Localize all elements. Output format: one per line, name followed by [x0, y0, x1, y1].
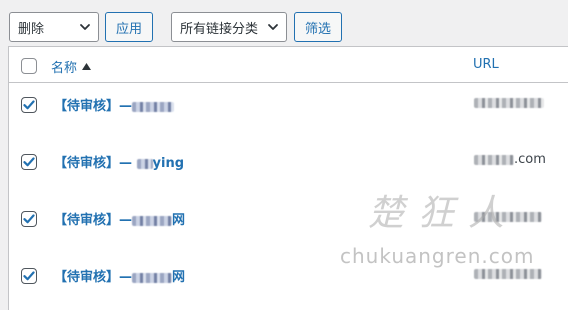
link-name[interactable]: 【待审核】— ying [54, 152, 184, 171]
link-name-prefix: 【待审核】— [54, 99, 133, 114]
link-name-visible: 网 [172, 213, 186, 228]
link-url[interactable] [474, 266, 542, 281]
redacted-text [474, 97, 544, 108]
redacted-text [132, 215, 173, 226]
table-toolbar: 删除 应用 所有链接分类 筛选 [0, 0, 568, 48]
column-header-url[interactable]: URL [473, 57, 499, 72]
link-name[interactable]: 【待审核】— 网 [54, 209, 185, 228]
redacted-text [132, 101, 175, 112]
link-name[interactable]: 【待审核】— [54, 95, 175, 114]
bulk-action-select[interactable]: 删除 [9, 12, 99, 42]
table-header: 名称 URL [9, 47, 568, 83]
watermark-url: chukuangren.com [340, 244, 535, 268]
column-name-label: 名称 [51, 61, 78, 76]
link-name-visible: ying [152, 156, 185, 171]
redacted-text [474, 268, 542, 279]
select-all-checkbox[interactable] [21, 58, 37, 74]
link-name-prefix: 【待审核】— [54, 156, 133, 171]
link-url[interactable] [474, 95, 544, 110]
link-name-visible: 网 [172, 270, 186, 285]
redacted-text [136, 158, 153, 169]
sort-ascending-icon [82, 63, 92, 70]
link-url[interactable]: .com [474, 152, 546, 167]
link-name-prefix: 【待审核】— [54, 213, 133, 228]
row-checkbox[interactable] [21, 268, 37, 284]
link-name-prefix: 【待审核】— [54, 270, 133, 285]
checkmark-icon [23, 157, 35, 167]
checkmark-icon [23, 100, 35, 110]
table-row: 【待审核】— 网 [9, 268, 568, 310]
filter-button[interactable]: 筛选 [294, 12, 342, 42]
row-checkbox[interactable] [21, 211, 37, 227]
watermark-logo: 楚狂人 [368, 193, 519, 234]
category-filter-select[interactable]: 所有链接分类 [171, 12, 287, 42]
link-url-visible: .com [514, 152, 546, 167]
row-checkbox[interactable] [21, 97, 37, 113]
apply-button[interactable]: 应用 [105, 12, 153, 42]
checkmark-icon [23, 214, 35, 224]
column-header-name[interactable]: 名称 [51, 57, 92, 76]
redacted-text [132, 272, 173, 283]
chevron-down-icon [268, 24, 278, 30]
redacted-text [474, 154, 514, 165]
bulk-action-value: 删除 [18, 21, 45, 37]
category-filter-value: 所有链接分类 [180, 21, 259, 37]
link-name[interactable]: 【待审核】— 网 [54, 266, 185, 285]
links-table: 名称 URL 【待审核】— 【待审核】— ying .com 【待审核】— 网 … [8, 46, 568, 310]
checkmark-icon [23, 271, 35, 281]
row-checkbox[interactable] [21, 154, 37, 170]
chevron-down-icon [80, 24, 90, 30]
table-row: 【待审核】— [9, 97, 568, 154]
